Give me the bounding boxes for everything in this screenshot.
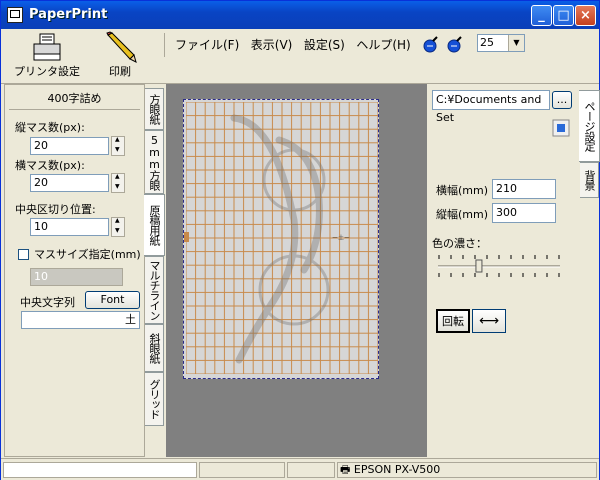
zoom-out-icon[interactable] [445,35,463,53]
tab-shagan[interactable]: 斜眼紙 [145,324,164,372]
left-settings-panel: 400字詰め 縦マス数(px): 20 横マス数(px): 20 中央区切り位置… [4,84,145,457]
density-slider[interactable] [436,254,562,278]
menu-file[interactable]: ファイル(F) [171,33,243,56]
chevron-down-icon[interactable]: ▼ [508,35,524,51]
mass-size-checkbox[interactable] [18,249,29,260]
cols-input[interactable]: 20 [30,137,109,155]
density-label: 色の濃さ： [432,237,487,250]
rows-label: 横マス数(px): [15,159,85,172]
center-divider-spinner[interactable] [111,217,125,237]
menu-settings[interactable]: 設定(S) [300,33,349,56]
printer-setup-button[interactable]: プリンタ設定 [9,31,85,81]
center-divider-input[interactable]: 10 [30,218,109,236]
status-cell-1 [3,462,197,478]
pencil-icon [106,31,137,63]
center-divider-label: 中央区切り位置: [15,203,96,216]
app-icon [7,7,23,23]
print-label: 印刷 [109,65,131,78]
status-printer: 🖶 EPSON PX-V500 [337,462,597,478]
tab-genkou[interactable]: 原稿用紙 [144,194,165,256]
zoom-in-icon[interactable] [421,35,439,53]
rows-input[interactable]: 20 [30,174,109,192]
font-button[interactable]: Font [85,291,140,309]
width-label: 横幅(mm) [436,184,489,197]
status-bar: 🖶 EPSON PX-V500 [1,458,599,480]
printer-small-icon: 🖶 [340,463,351,476]
page-settings-panel: C:¥Documents and Set ... 横幅(mm) 210 縦幅(m… [428,84,580,457]
slider-thumb[interactable] [475,259,483,273]
minimize-button[interactable]: _ [531,5,552,26]
tab-page-settings[interactable]: ページ設定 [579,90,600,162]
mass-size-label: マスサイズ指定(mm) [34,248,141,261]
window-title: PaperPrint [29,7,108,22]
toolbar: プリンタ設定 印刷 ファイル(F) 表示(V) 設定(S) ヘルプ(H) 25 … [1,29,599,84]
tab-hougan[interactable]: 方眼紙 [145,88,164,130]
print-button[interactable]: 印刷 [93,31,147,81]
tab-multiline[interactable]: マルチライン [145,256,164,324]
preview-canvas[interactable]: ー土ー [166,84,427,457]
paper-preview: ー土ー [183,99,379,379]
rotate-button[interactable]: 回転 [436,309,470,333]
menu-view[interactable]: 表示(V) [247,33,297,56]
center-text-mark: ー土ー [332,234,350,242]
width-input[interactable]: 210 [492,179,556,199]
height-label: 縦幅(mm) [436,208,489,221]
tab-background[interactable]: 背景 [580,162,599,198]
genkou-grid: ー土ー [184,102,378,374]
printer-setup-label: プリンタ設定 [14,65,80,78]
height-input[interactable]: 300 [492,203,556,223]
status-cell-2 [199,462,285,478]
mass-size-input: 10 [30,268,123,286]
title-bar: PaperPrint _ □ × [1,1,599,29]
printer-name: EPSON PX-V500 [353,463,441,476]
center-text-label: 中央文字列 [20,296,75,309]
tab-5mm-hougan[interactable]: 5mm方眼 [145,130,164,194]
menu-help[interactable]: ヘルプ(H) [352,33,414,56]
rows-spinner[interactable] [111,173,125,193]
center-text-input[interactable]: 土 [21,311,140,329]
app-window: PaperPrint _ □ × プリンタ設定 印刷 ファイル(F) 表示(V)… [0,0,600,480]
status-cell-3 [287,462,335,478]
cols-label: 縦マス数(px): [15,121,85,134]
printer-icon [33,33,61,61]
swap-button[interactable]: ⟷ [472,309,506,333]
zoom-value: 25 [480,36,494,49]
menu-bar: ファイル(F) 表示(V) 設定(S) ヘルプ(H) [164,33,415,57]
maximize-button[interactable]: □ [553,5,574,26]
close-button[interactable]: × [575,5,596,26]
background-path-input[interactable]: C:¥Documents and Set [432,90,550,124]
preset-title: 400字詰め [9,89,140,110]
browse-button[interactable]: ... [552,91,572,109]
zoom-select[interactable]: 25 ▼ [477,34,525,52]
cols-spinner[interactable] [111,136,125,156]
tab-grid[interactable]: グリッド [145,372,164,426]
clear-image-icon[interactable] [552,119,570,137]
